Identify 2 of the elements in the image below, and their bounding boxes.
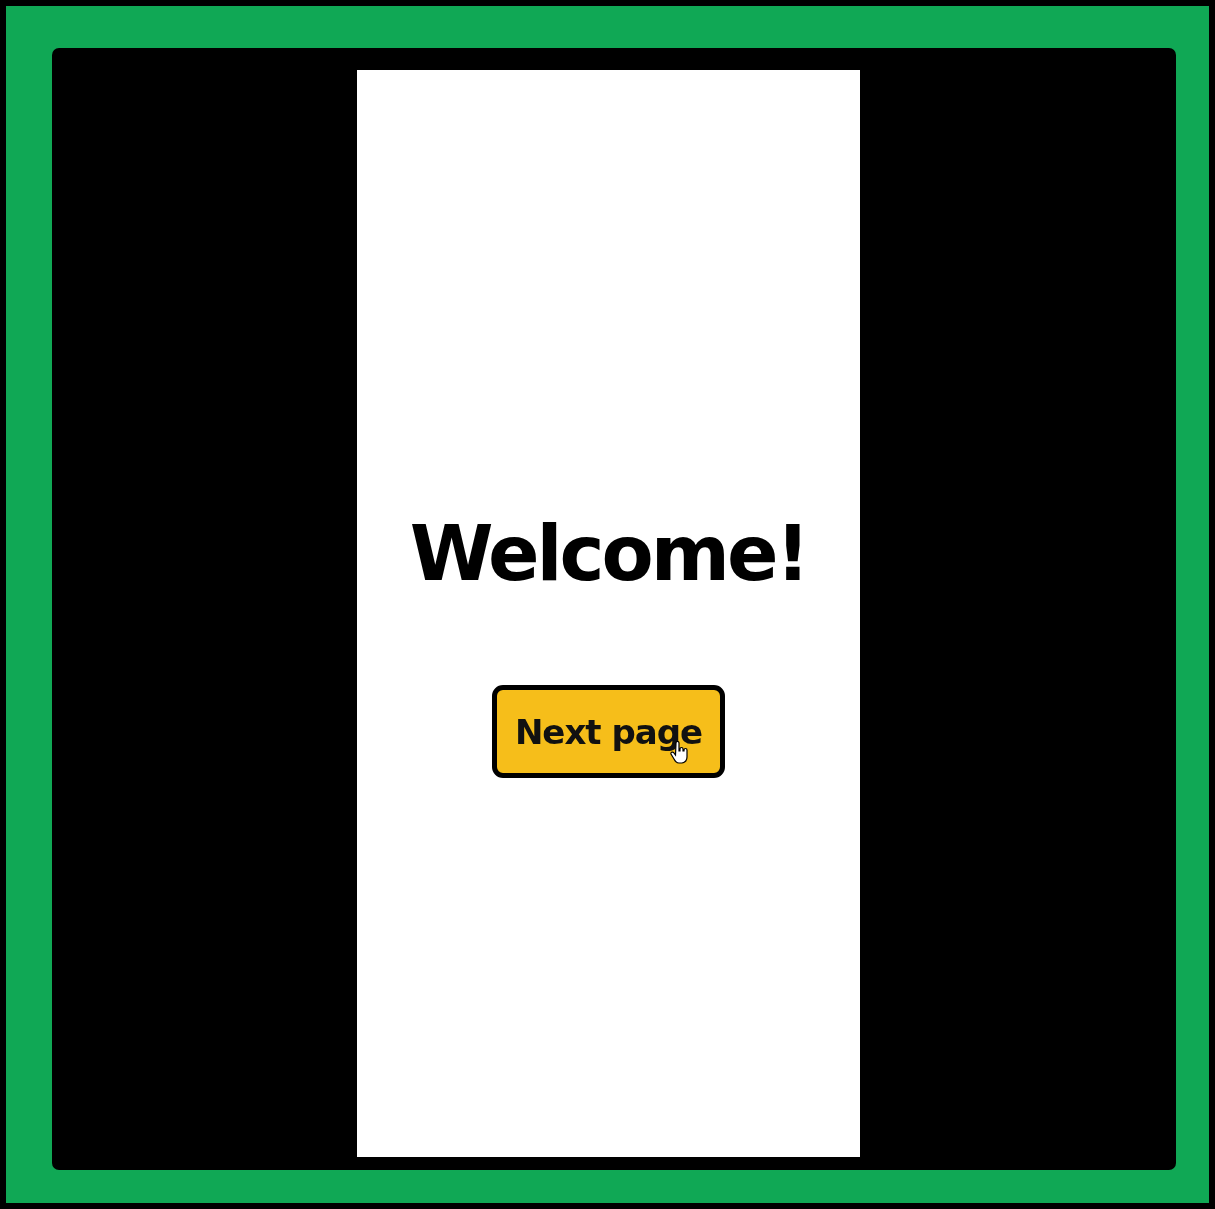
welcome-title: Welcome! — [409, 508, 808, 600]
next-page-button[interactable]: Next page — [492, 685, 725, 779]
